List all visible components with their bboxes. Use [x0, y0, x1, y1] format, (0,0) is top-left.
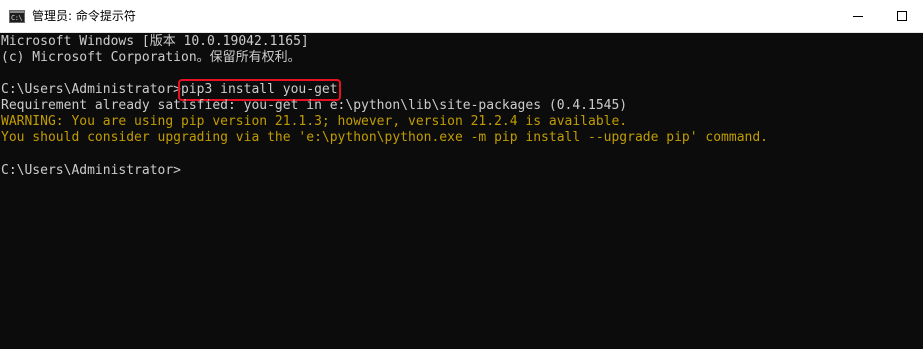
console-line-warning: WARNING: You are using pip version 21.1.…: [1, 114, 628, 129]
maximize-button[interactable]: [881, 0, 923, 32]
console-line-current-prompt[interactable]: C:\Users\Administrator>: [1, 163, 181, 179]
minimize-button[interactable]: [835, 0, 881, 32]
console-line-copyright: (c) Microsoft Corporation。保留所有权利。: [1, 50, 301, 65]
console-line-upgrade-hint: You should consider upgrading via the 'e…: [1, 130, 769, 145]
command-prompt-path: C:\Users\Administrator>: [1, 82, 182, 97]
window-title: 管理员: 命令提示符: [32, 9, 136, 23]
title-bar[interactable]: C:\ 管理员: 命令提示符: [0, 0, 923, 33]
minimize-icon: [853, 16, 863, 17]
console-output[interactable]: Microsoft Windows [版本 10.0.19042.1165] (…: [0, 33, 923, 349]
cmd-icon-glyph: C:\: [11, 14, 23, 22]
console-line-version: Microsoft Windows [版本 10.0.19042.1165]: [1, 34, 309, 49]
command-prompt-window: C:\ 管理员: 命令提示符 Microsoft Windows [版本 10.…: [0, 0, 923, 349]
console-line-command: C:\Users\Administrator>pip3 install you-…: [1, 79, 341, 101]
cmd-icon-bar: [10, 11, 24, 13]
console-line-requirement: Requirement already satisfied: you-get i…: [1, 98, 628, 113]
highlighted-command: pip3 install you-get: [178, 79, 341, 101]
maximize-icon: [897, 11, 907, 21]
cmd-icon[interactable]: C:\: [9, 10, 25, 23]
